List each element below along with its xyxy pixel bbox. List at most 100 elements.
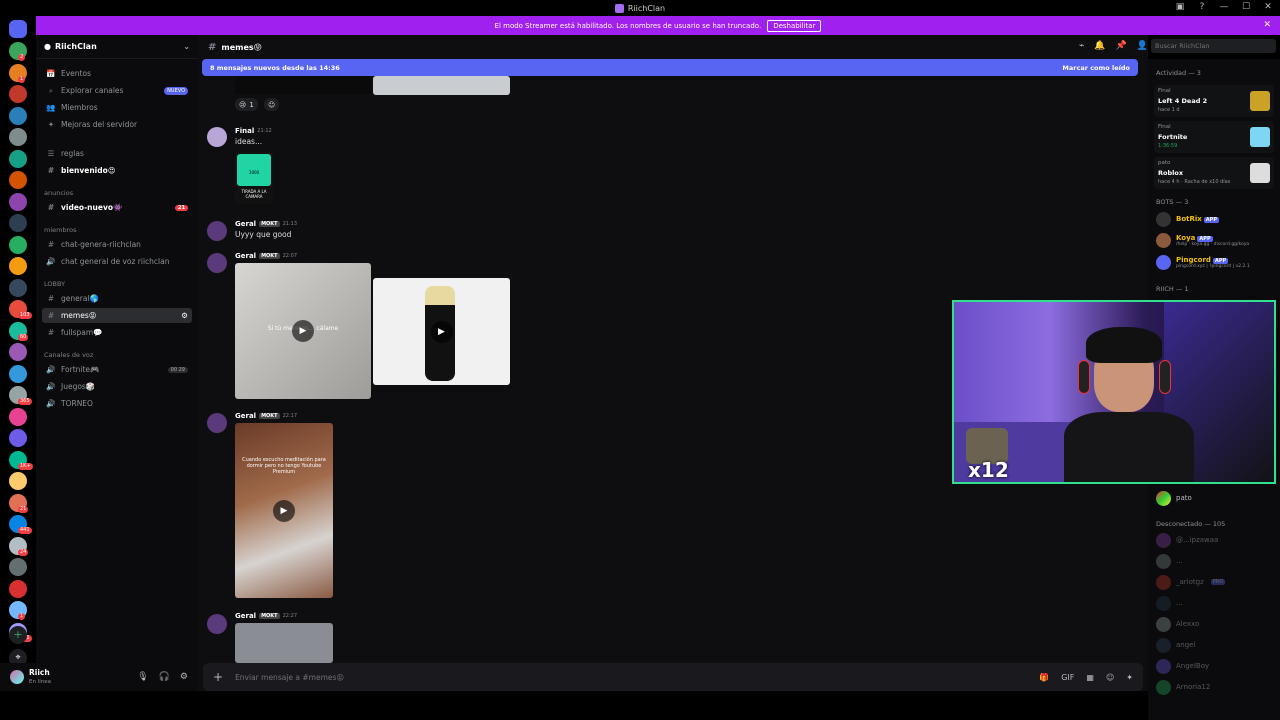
member-item[interactable]: Koya APP/help · koya.gg · discord.gg/koya <box>1156 230 1249 250</box>
server-icon[interactable] <box>9 149 27 168</box>
channel-video-nuevo[interactable]: # video-nuevo👾 21 <box>42 200 192 215</box>
avatar[interactable] <box>10 670 24 684</box>
avatar[interactable] <box>207 127 227 147</box>
channel-reglas[interactable]: ☰ reglas <box>42 146 192 161</box>
message-author[interactable]: Geral MOKT 21:13 <box>235 220 297 228</box>
message-input[interactable]: Enviar mensaje a #memes😝 <box>235 673 344 682</box>
activity-card[interactable]: pato Roblox hace 4 h · Racha de x10 días <box>1154 157 1274 189</box>
emoji-icon[interactable]: ☺ <box>1106 673 1114 682</box>
sticker-card[interactable]: 3000 TIRADA A LA CAMARA <box>235 152 273 204</box>
video-attachment[interactable]: ▶ <box>373 278 510 385</box>
voice-fortnite[interactable]: 🔊 Fortnite🎮 00 29 <box>42 362 192 377</box>
media-image[interactable] <box>235 76 371 94</box>
voice-juegos[interactable]: 🔊 Juegos🎲 <box>42 379 192 394</box>
author-name[interactable]: Geral <box>235 252 256 260</box>
maximize-button[interactable]: ☐ <box>1240 2 1252 12</box>
sidebar-item-events[interactable]: 📅 Eventos <box>42 66 192 81</box>
sidebar-item-boosts[interactable]: ✦ Mejoras del servidor <box>42 117 192 132</box>
server-icon[interactable] <box>9 429 27 447</box>
author-name[interactable]: Final <box>235 127 254 135</box>
search-input[interactable] <box>1151 39 1276 53</box>
reaction-chip[interactable]: 😢 1 <box>235 98 258 111</box>
server-icon[interactable] <box>9 343 27 361</box>
member-list-icon[interactable]: 👤 <box>1137 41 1148 51</box>
category-miembros[interactable]: miembros <box>44 226 77 234</box>
server-icon[interactable] <box>9 472 27 490</box>
message-author[interactable]: Geral MOKT 22:27 <box>235 612 297 620</box>
channel-bienvenido[interactable]: # bienvenido😍 <box>42 163 192 178</box>
banner-close-icon[interactable]: ✕ <box>1263 20 1271 30</box>
member-item[interactable]: Pingcord APP pingcord.xyz | ?pingcord | v2… <box>1156 252 1250 272</box>
minimize-button[interactable]: — <box>1218 2 1230 12</box>
server-icon[interactable] <box>9 579 27 598</box>
server-icon[interactable] <box>9 106 27 125</box>
server-icon[interactable] <box>9 171 27 189</box>
sidebar-item-browse-channels[interactable]: ⌕ Explorar canales NUEVO <box>42 83 192 98</box>
pin-icon[interactable]: 📌 <box>1116 41 1127 51</box>
member-item[interactable]: Arnoria12 <box>1156 677 1210 697</box>
add-attachment-icon[interactable]: + <box>213 670 223 684</box>
gift-icon[interactable]: 🎁 <box>1039 673 1049 682</box>
message-author[interactable]: Final 21:12 <box>235 127 272 135</box>
author-name[interactable]: Geral <box>235 612 256 620</box>
bell-icon[interactable]: 🔔 <box>1094 41 1105 51</box>
member-item[interactable]: angel <box>1156 635 1195 655</box>
new-messages-bar[interactable]: 8 mensajes nuevos desde las 14:36 Marcar… <box>202 59 1138 76</box>
member-item[interactable]: pato <box>1156 488 1192 508</box>
server-icon[interactable] <box>9 192 27 211</box>
author-name[interactable]: Geral <box>235 220 256 228</box>
mark-as-read-button[interactable]: Marcar como leído <box>1062 64 1130 72</box>
avatar[interactable] <box>207 413 227 433</box>
server-icon[interactable] <box>9 364 27 383</box>
invite-icon[interactable]: ⚙ <box>181 311 188 320</box>
server-icon[interactable] <box>9 558 27 576</box>
member-item[interactable]: ... <box>1156 593 1183 613</box>
play-icon[interactable]: ▶ <box>292 320 314 342</box>
server-icon[interactable] <box>9 257 27 275</box>
settings-gear-icon[interactable]: ⚙ <box>180 672 188 682</box>
category-lobby[interactable]: LOBBY <box>44 280 65 288</box>
media-image[interactable] <box>373 76 510 95</box>
avatar[interactable] <box>207 253 227 273</box>
member-item[interactable]: AngelBoy <box>1156 656 1209 676</box>
member-item[interactable]: @...ipzawaa <box>1156 530 1218 550</box>
activity-card[interactable]: Final Fortnite 1:36:59 <box>1154 121 1274 153</box>
inbox-icon[interactable]: ▣ <box>1174 2 1186 12</box>
channel-fullspam[interactable]: # fullspam💬 <box>42 325 192 340</box>
add-reaction-button[interactable]: ☺ <box>264 98 280 111</box>
member-item[interactable]: Alexxo <box>1156 614 1199 634</box>
close-button[interactable]: ✕ <box>1262 2 1274 12</box>
play-icon[interactable]: ▶ <box>273 499 295 522</box>
video-attachment[interactable]: Cuando escucho meditación para dormir pe… <box>235 423 333 598</box>
disable-streamer-button[interactable]: Deshabilitar <box>767 19 822 32</box>
add-server-icon[interactable]: + <box>9 626 27 644</box>
discord-home-icon[interactable] <box>9 20 27 38</box>
channel-general[interactable]: # general🌎 <box>42 291 192 306</box>
member-item[interactable]: ... <box>1156 551 1183 571</box>
category-anuncios[interactable]: anuncios <box>44 189 73 197</box>
server-header[interactable]: ● RiichClan ⌄ <box>36 35 198 59</box>
activity-card[interactable]: Final Left 4 Dead 2 hace 1 d <box>1154 85 1274 117</box>
sticker-icon[interactable]: ▦ <box>1086 673 1094 682</box>
play-icon[interactable]: ▶ <box>430 320 453 343</box>
headphones-icon[interactable]: 🎧 <box>159 672 170 682</box>
server-icon[interactable] <box>9 214 27 232</box>
help-icon[interactable]: ? <box>1196 2 1208 12</box>
author-name[interactable]: Geral <box>235 412 256 420</box>
channel-chat-voz[interactable]: 🔊 chat general de voz riichclan <box>42 254 192 269</box>
sidebar-item-members[interactable]: 👥 Miembros <box>42 100 192 115</box>
server-icon[interactable] <box>9 407 27 426</box>
video-attachment[interactable] <box>235 623 333 663</box>
gif-icon[interactable]: GIF <box>1061 673 1074 682</box>
video-attachment[interactable]: Si tú mereces... cálame ▶ <box>235 263 371 399</box>
message-composer[interactable]: + Enviar mensaje a #memes😝 🎁 GIF ▦ ☺ ✦ <box>203 663 1143 691</box>
message-author[interactable]: Geral MOKT 22:17 <box>235 412 297 420</box>
server-icon[interactable] <box>9 235 27 254</box>
avatar[interactable] <box>207 221 227 241</box>
channel-chat-genera[interactable]: # chat-genera-riichclan <box>42 237 192 252</box>
category-voz[interactable]: Canales de voz <box>44 351 93 359</box>
microphone-icon[interactable]: 🎙 <box>137 672 148 682</box>
message-author[interactable]: Geral MOKT 22:07 <box>235 252 297 260</box>
server-icon[interactable] <box>9 278 27 297</box>
chevron-down-icon[interactable]: ⌄ <box>183 42 190 51</box>
